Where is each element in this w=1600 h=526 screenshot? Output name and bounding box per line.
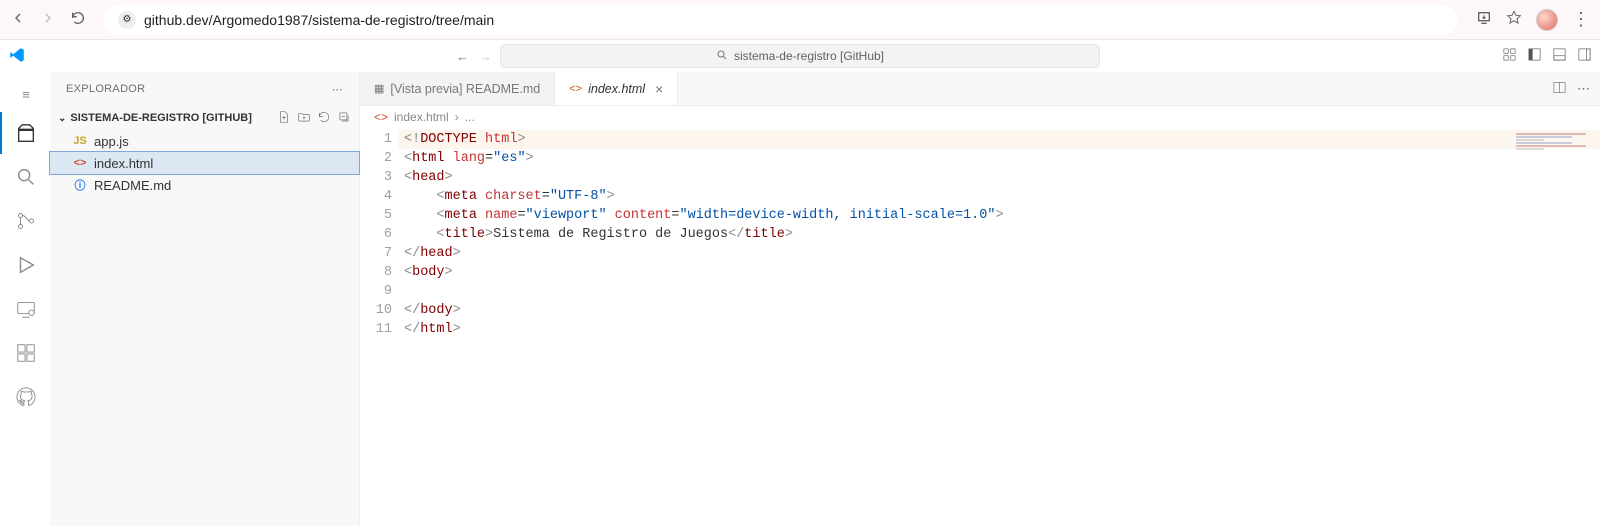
- code-line[interactable]: </head>: [404, 244, 1600, 263]
- address-bar[interactable]: ⚙ github.dev/Argomedo1987/sistema-de-reg…: [104, 5, 1458, 35]
- command-center[interactable]: sistema-de-registro [GitHub]: [500, 44, 1100, 68]
- tab-label: [Vista previa] README.md: [390, 82, 540, 96]
- code-line[interactable]: <meta charset="UTF-8">: [404, 187, 1600, 206]
- toggle-panel-icon[interactable]: [1552, 47, 1567, 65]
- close-icon[interactable]: ×: [655, 81, 663, 97]
- code-line[interactable]: <html lang="es">: [404, 149, 1600, 168]
- breadcrumb-sep: ›: [455, 110, 459, 124]
- history-back-icon[interactable]: ←: [456, 49, 469, 64]
- app-menu-icon[interactable]: ≡: [0, 78, 50, 110]
- search-icon: [716, 49, 728, 64]
- code-line[interactable]: </html>: [404, 320, 1600, 339]
- editor-tab[interactable]: <> index.html ×: [555, 72, 678, 105]
- history-forward-icon[interactable]: →: [479, 49, 492, 64]
- toggle-primary-sidebar-icon[interactable]: [1527, 47, 1542, 65]
- explorer-more-icon[interactable]: ⋯: [332, 83, 343, 96]
- remote-explorer-activity-icon[interactable]: [0, 288, 50, 330]
- file-item[interactable]: <> index.html: [50, 152, 359, 174]
- explorer-title: EXPLORADOR: [66, 83, 145, 95]
- back-icon[interactable]: [10, 10, 26, 29]
- vscode-app: ← → sistema-de-registro [GitHub] ≡: [0, 40, 1600, 526]
- project-name: SISTEMA-DE-REGISTRO [GITHUB]: [70, 112, 252, 124]
- forward-icon[interactable]: [40, 10, 56, 29]
- profile-avatar[interactable]: [1536, 9, 1558, 31]
- file-name: app.js: [94, 134, 129, 149]
- source-control-activity-icon[interactable]: [0, 200, 50, 242]
- file-name: index.html: [94, 156, 153, 171]
- new-file-icon[interactable]: [277, 110, 291, 127]
- minimap[interactable]: [1516, 132, 1586, 152]
- title-bar: ← → sistema-de-registro [GitHub]: [0, 40, 1600, 72]
- explorer-sidebar: EXPLORADOR ⋯ ⌄ SISTEMA-DE-REGISTRO [GITH…: [50, 72, 360, 526]
- run-debug-activity-icon[interactable]: [0, 244, 50, 286]
- editor-more-icon[interactable]: ⋯: [1577, 81, 1590, 97]
- vscode-logo-icon: [8, 46, 26, 67]
- breadcrumb-tail: ...: [465, 110, 475, 124]
- refresh-icon[interactable]: [317, 110, 331, 127]
- layout-customize-icon[interactable]: [1502, 47, 1517, 65]
- file-type-icon: ▦: [374, 82, 384, 95]
- extensions-activity-icon[interactable]: [0, 332, 50, 374]
- code-line[interactable]: <body>: [404, 263, 1600, 282]
- chevron-down-icon: ⌄: [58, 113, 66, 124]
- url-text: github.dev/Argomedo1987/sistema-de-regis…: [144, 12, 494, 28]
- search-activity-icon[interactable]: [0, 156, 50, 198]
- code-line[interactable]: <!DOCTYPE html>: [398, 130, 1600, 149]
- code-line[interactable]: <title>Sistema de Registro de Juegos</ti…: [404, 225, 1600, 244]
- tab-label: index.html: [588, 82, 645, 96]
- code-line[interactable]: [404, 282, 1600, 301]
- file-type-icon: <>: [569, 83, 582, 95]
- editor-area: ▦[Vista previa] README.md<>index.html× ⋯…: [360, 72, 1600, 526]
- file-name: README.md: [94, 178, 171, 193]
- split-editor-icon[interactable]: [1552, 80, 1567, 98]
- command-center-text: sistema-de-registro [GitHub]: [734, 49, 884, 63]
- code-line[interactable]: <meta name="viewport" content="width=dev…: [404, 206, 1600, 225]
- reload-icon[interactable]: [70, 10, 86, 29]
- toggle-secondary-sidebar-icon[interactable]: [1577, 47, 1592, 65]
- file-item[interactable]: JS app.js: [50, 130, 359, 152]
- file-type-icon: JS: [72, 135, 88, 147]
- new-folder-icon[interactable]: [297, 110, 311, 127]
- github-activity-icon[interactable]: [0, 376, 50, 418]
- code-editor[interactable]: 1234567891011 <!DOCTYPE html><html lang=…: [360, 128, 1600, 526]
- file-type-icon: <>: [72, 157, 88, 169]
- browser-menu-icon[interactable]: ⋮: [1572, 9, 1590, 30]
- collapse-all-icon[interactable]: [337, 110, 351, 127]
- breadcrumb-file: index.html: [394, 110, 449, 124]
- file-type-icon: ⓘ: [72, 177, 88, 193]
- editor-tab[interactable]: ▦ [Vista previa] README.md: [360, 72, 555, 105]
- site-info-icon[interactable]: ⚙: [118, 11, 136, 29]
- file-type-icon: <>: [374, 110, 388, 124]
- install-app-icon[interactable]: [1476, 10, 1492, 29]
- explorer-activity-icon[interactable]: [0, 112, 50, 154]
- activity-bar: ≡: [0, 72, 50, 526]
- tab-bar: ▦ [Vista previa] README.md <> index.html × ⋯: [360, 72, 1600, 106]
- code-line[interactable]: <head>: [404, 168, 1600, 187]
- code-line[interactable]: </body>: [404, 301, 1600, 320]
- project-header[interactable]: ⌄ SISTEMA-DE-REGISTRO [GITHUB]: [50, 106, 359, 130]
- browser-toolbar: ⚙ github.dev/Argomedo1987/sistema-de-reg…: [0, 0, 1600, 40]
- breadcrumbs[interactable]: <> index.html › ...: [360, 106, 1600, 128]
- file-item[interactable]: ⓘ README.md: [50, 174, 359, 196]
- bookmark-icon[interactable]: [1506, 10, 1522, 29]
